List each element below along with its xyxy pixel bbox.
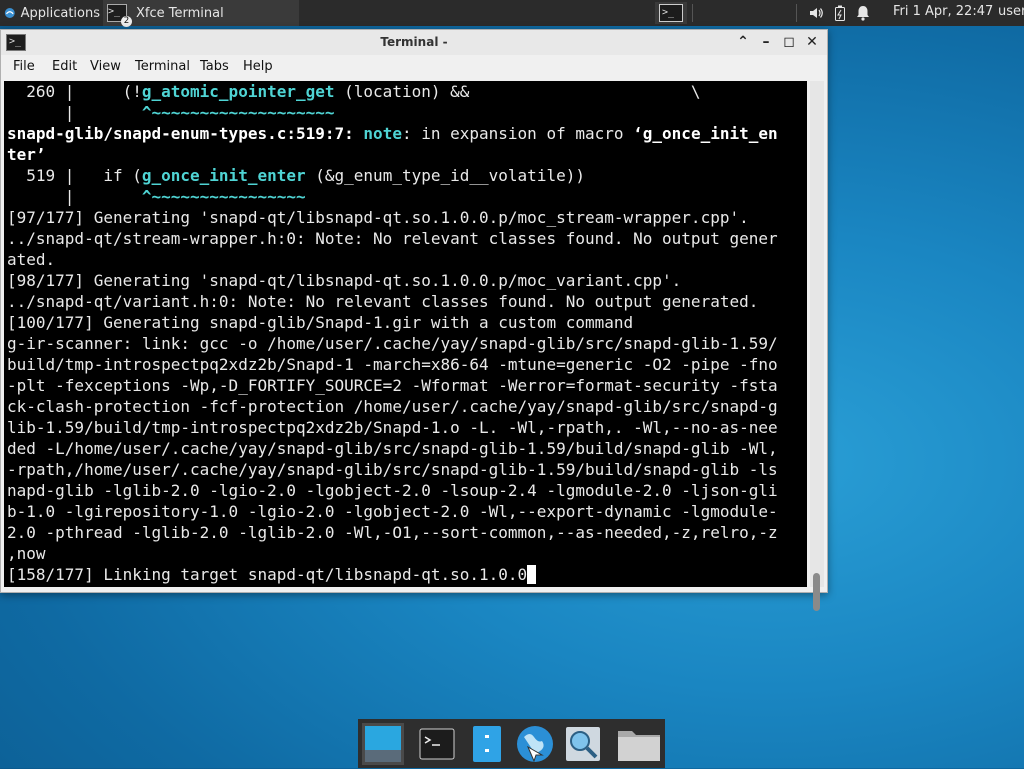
terminal-line: ../snapd-qt/variant.h:0: Note: No releva… xyxy=(7,292,759,311)
panel-separator xyxy=(692,4,693,22)
dock-terminal[interactable] xyxy=(416,723,458,765)
terminal-line: ter’ xyxy=(7,145,46,164)
menubar: File Edit View Terminal Tabs Help xyxy=(1,55,827,80)
dock xyxy=(358,719,665,768)
terminal-line: ,now xyxy=(7,544,46,563)
taskbar-item-label: Xfce Terminal xyxy=(136,5,224,21)
menu-help[interactable]: Help xyxy=(243,59,273,74)
panel-separator: ⁝ xyxy=(94,6,98,20)
terminal-line: [100/177] Generating snapd-glib/Snapd-1.… xyxy=(7,313,634,332)
applications-menu-button[interactable]: Applications xyxy=(0,0,100,26)
web-browser-icon xyxy=(517,726,553,763)
window-title: Terminal - xyxy=(380,35,448,49)
terminal-line: ck-clash-protection -fcf-protection /hom… xyxy=(7,397,778,416)
system-tray xyxy=(808,0,870,26)
terminal-line: -rpath,/home/user/.cache/yay/snapd-glib/… xyxy=(7,460,778,479)
terminal-line: ded -L/home/user/.cache/yay/snapd-glib/s… xyxy=(7,439,778,458)
notification-bell-icon[interactable] xyxy=(856,5,870,21)
text-cursor xyxy=(527,565,537,584)
terminal-icon: >_ xyxy=(659,4,683,22)
menu-terminal[interactable]: Terminal xyxy=(135,59,190,74)
dock-web-browser[interactable] xyxy=(514,723,556,765)
menu-view[interactable]: View xyxy=(90,59,121,74)
dock-search[interactable] xyxy=(562,723,604,765)
terminal-output[interactable]: 260 | (!g_atomic_pointer_get (location) … xyxy=(4,81,807,587)
minimize-button[interactable]: – xyxy=(758,34,774,50)
terminal-app-icon: >_ xyxy=(107,4,132,27)
battery-icon[interactable] xyxy=(834,5,846,21)
applications-label: Applications xyxy=(20,5,100,21)
clock[interactable]: Fri 1 Apr, 22:47 xyxy=(893,4,993,19)
menu-tabs[interactable]: Tabs xyxy=(200,59,229,74)
terminal-line: 2.0 -pthread -lglib-2.0 -lglib-2.0 -Wl,-… xyxy=(7,523,778,542)
terminal-line: [158/177] Linking target snapd-qt/libsna… xyxy=(7,564,537,585)
maximize-button[interactable]: ◻ xyxy=(781,34,797,50)
scrollbar[interactable] xyxy=(810,81,824,587)
terminal-line: -plt -fexceptions -Wp,-D_FORTIFY_SOURCE=… xyxy=(7,376,778,395)
terminal-line: ated. xyxy=(7,250,56,269)
terminal-window: >_ Terminal - ⌃ – ◻ ✕ File Edit View Ter… xyxy=(0,29,828,611)
terminal-line: napd-glib -lglib-2.0 -lgio-2.0 -lgobject… xyxy=(7,481,778,500)
close-button[interactable]: ✕ xyxy=(804,34,820,50)
terminal-line: [98/177] Generating 'snapd-qt/libsnapd-q… xyxy=(7,271,682,290)
user-menu[interactable]: user xyxy=(998,4,1024,19)
terminal-line: | ^~~~~~~~~~~~~~~~~~~~ xyxy=(7,103,335,122)
scrollbar-thumb[interactable] xyxy=(813,573,820,611)
folder-icon xyxy=(618,731,660,761)
terminal-line: 260 | (!g_atomic_pointer_get (location) … xyxy=(7,82,701,101)
terminal-icon xyxy=(419,728,455,760)
dock-folder[interactable] xyxy=(616,723,660,765)
volume-icon[interactable] xyxy=(808,5,824,21)
top-panel: Applications ⁝ >_ Xfce Terminal >_ Fri 1… xyxy=(0,0,1024,27)
taskbar-item-terminal[interactable]: >_ Xfce Terminal xyxy=(103,0,299,27)
terminal-line: 519 | if (g_once_init_enter (&g_enum_typ… xyxy=(7,166,585,185)
terminal-line: build/tmp-introspectpq2xdz2b/Snapd-1 -ma… xyxy=(7,355,778,374)
terminal-line: lib-1.59/build/tmp-introspectpq2xdz2b/Sn… xyxy=(7,418,778,437)
terminal-line: [97/177] Generating 'snapd-qt/libsnapd-q… xyxy=(7,208,749,227)
shade-button[interactable]: ⌃ xyxy=(735,34,751,50)
file-manager-icon xyxy=(473,726,501,762)
search-icon xyxy=(566,727,600,761)
window-titlebar[interactable]: >_ Terminal - ⌃ – ◻ ✕ xyxy=(1,30,827,55)
terminal-line: b-1.0 -lgirepository-1.0 -lgio-2.0 -lgob… xyxy=(7,502,778,521)
terminal-line: snapd-glib/snapd-enum-types.c:519:7: not… xyxy=(7,124,778,143)
xfce-logo-icon xyxy=(4,8,15,18)
panel-separator xyxy=(796,4,797,22)
dock-file-manager[interactable] xyxy=(466,723,508,765)
menu-file[interactable]: File xyxy=(13,59,35,74)
menu-edit[interactable]: Edit xyxy=(52,59,77,74)
show-desktop-icon xyxy=(365,726,401,762)
workspace-switcher[interactable]: >_ xyxy=(655,2,687,24)
terminal-line: | ^~~~~~~~~~~~~~~~~ xyxy=(7,187,306,206)
terminal-line: g-ir-scanner: link: gcc -o /home/user/.c… xyxy=(7,334,778,353)
terminal-line: ../snapd-qt/stream-wrapper.h:0: Note: No… xyxy=(7,229,778,248)
dock-show-desktop[interactable] xyxy=(362,723,404,765)
